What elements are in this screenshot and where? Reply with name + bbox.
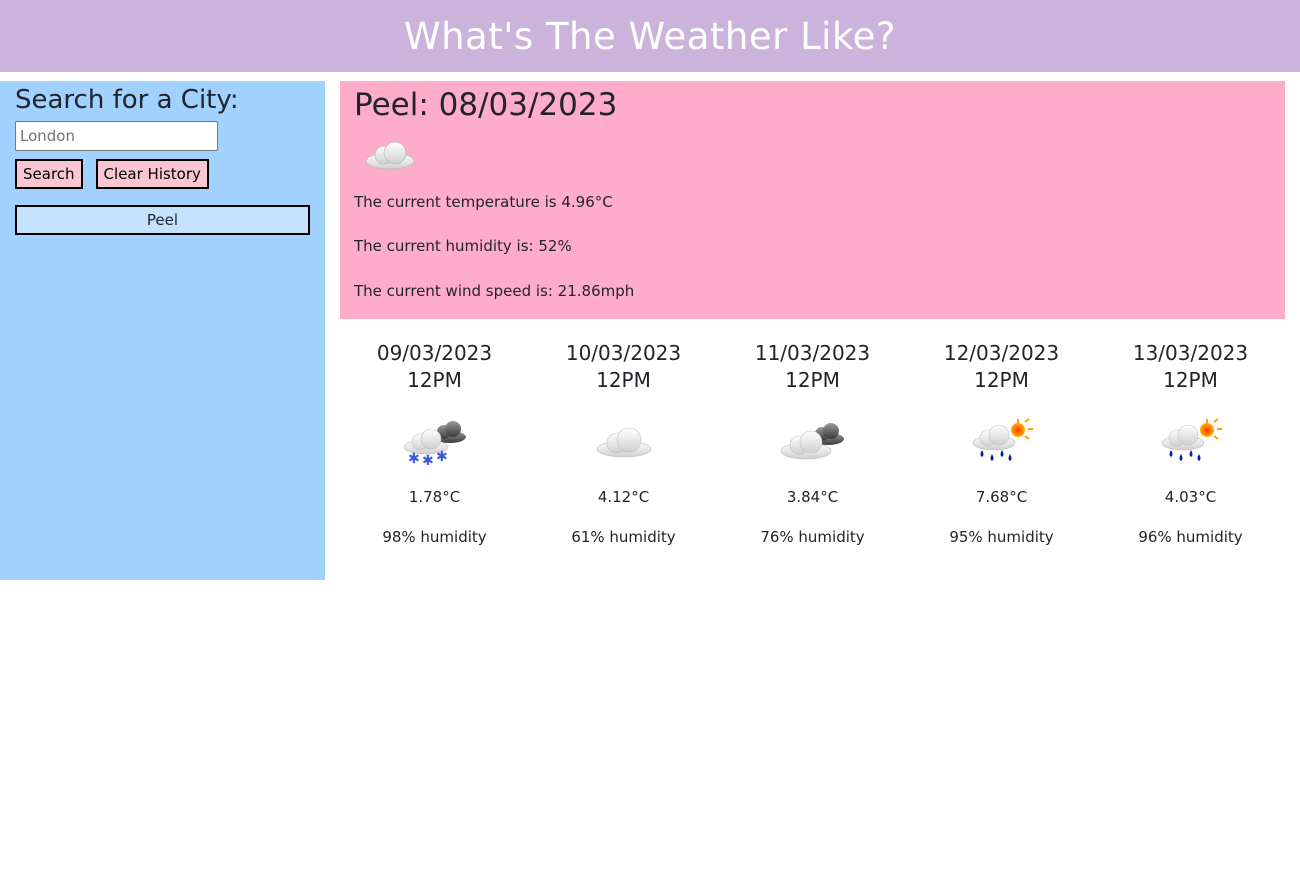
forecast-date: 11/03/2023: [754, 341, 871, 365]
forecast-card: 09/03/2023 12PM ✱ ✱ ✱ 1.78°C 98% humidity: [350, 340, 520, 560]
forecast-temperature: 7.68°C: [975, 488, 1028, 506]
rain-sun-icon: [1106, 414, 1276, 470]
rain-sun-icon: [917, 414, 1087, 470]
five-day-forecast: 09/03/2023 12PM ✱ ✱ ✱ 1.78°C 98% humidity …: [340, 340, 1285, 560]
forecast-temperature: 1.78°C: [408, 488, 461, 506]
forecast-humidity: 61% humidity: [571, 528, 676, 546]
clear-history-button[interactable]: Clear History: [95, 159, 209, 189]
search-button-row: Search Clear History: [15, 159, 310, 189]
current-weather-panel: Peel: 08/03/2023 The current temperature…: [340, 81, 1285, 319]
forecast-time: 12PM: [596, 368, 651, 392]
search-button[interactable]: Search: [15, 159, 83, 189]
svg-text:✱: ✱: [436, 449, 448, 465]
forecast-card: 11/03/2023 12PM 3.84°C 76% humidity: [728, 340, 898, 560]
forecast-temperature: 4.12°C: [597, 488, 650, 506]
current-temperature: The current temperature is 4.96°C: [354, 193, 613, 211]
forecast-date: 12/03/2023: [943, 341, 1060, 365]
forecast-date: 10/03/2023: [565, 341, 682, 365]
svg-text:✱: ✱: [422, 453, 434, 467]
forecast-temperature: 3.84°C: [786, 488, 839, 506]
forecast-humidity: 95% humidity: [949, 528, 1054, 546]
search-sidebar: Search for a City: Search Clear History …: [0, 81, 325, 580]
history-city-button[interactable]: Peel: [15, 205, 310, 235]
forecast-humidity: 76% humidity: [760, 528, 865, 546]
broken-clouds-icon: [728, 414, 898, 470]
forecast-card: 12/03/2023 12PM 7.68°C 95% humidity: [917, 340, 1087, 560]
cloud-icon: [539, 414, 709, 470]
forecast-temperature: 4.03°C: [1164, 488, 1217, 506]
current-humidity: The current humidity is: 52%: [354, 237, 572, 255]
forecast-humidity: 96% humidity: [1138, 528, 1243, 546]
city-search-input[interactable]: [15, 121, 218, 151]
forecast-date: 13/03/2023: [1132, 341, 1249, 365]
forecast-time: 12PM: [785, 368, 840, 392]
forecast-time: 12PM: [407, 368, 462, 392]
forecast-time: 12PM: [974, 368, 1029, 392]
cloud-icon: [362, 133, 422, 183]
snow-cloud-icon: ✱ ✱ ✱: [350, 414, 520, 470]
page-header: What's The Weather Like?: [0, 0, 1300, 72]
svg-text:✱: ✱: [408, 451, 420, 467]
forecast-time: 12PM: [1163, 368, 1218, 392]
current-wind-speed: The current wind speed is: 21.86mph: [354, 282, 635, 300]
search-heading: Search for a City:: [15, 85, 239, 115]
forecast-card: 13/03/2023 12PM 4.03°C 96% humidity: [1106, 340, 1276, 560]
page-title: What's The Weather Like?: [404, 14, 896, 58]
forecast-humidity: 98% humidity: [382, 528, 487, 546]
forecast-date: 09/03/2023: [376, 341, 493, 365]
current-city-date: Peel: 08/03/2023: [354, 87, 618, 123]
forecast-card: 10/03/2023 12PM 4.12°C 61% humidity: [539, 340, 709, 560]
